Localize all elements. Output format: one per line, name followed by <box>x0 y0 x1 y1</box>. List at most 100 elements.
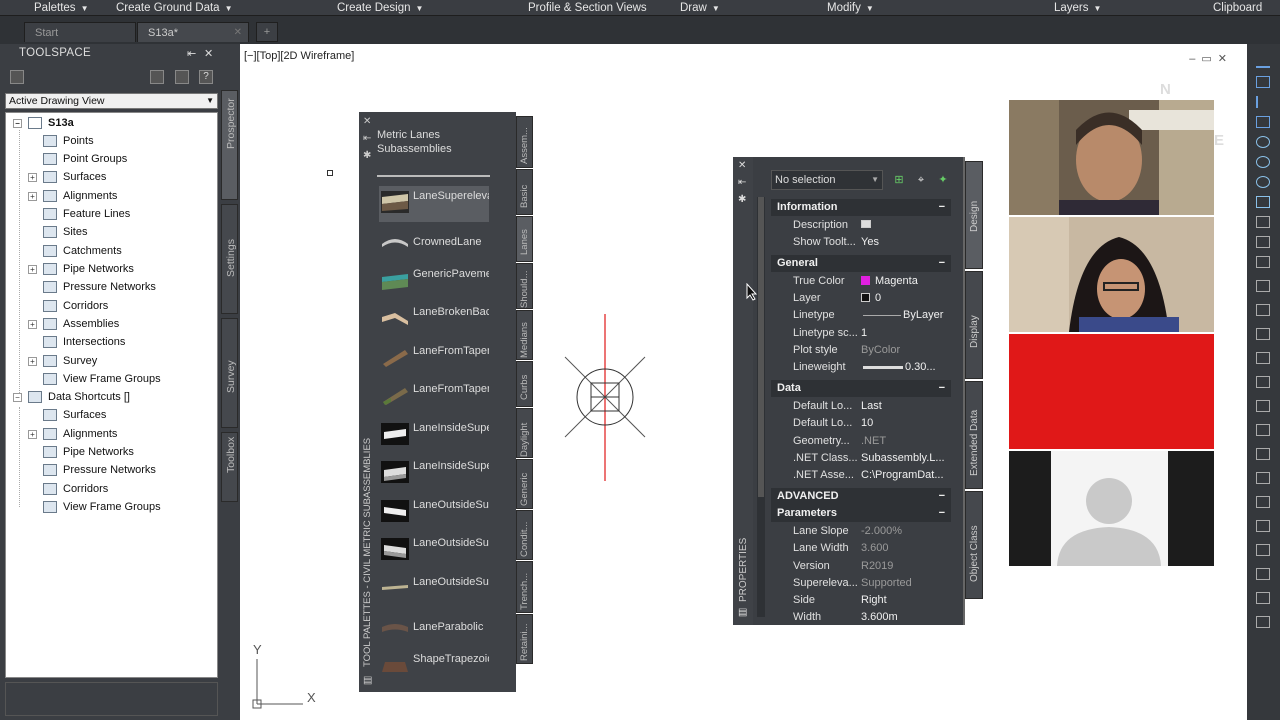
toolspace-list-icon[interactable] <box>175 70 189 84</box>
palette-item[interactable]: LaneOutsideSuperLayerVary... <box>379 495 489 531</box>
spline-icon[interactable] <box>1256 176 1270 188</box>
palette-item[interactable]: LaneOutsideSuperWithWide... <box>379 572 489 608</box>
insert-block-icon[interactable] <box>1256 216 1270 228</box>
palette-tab[interactable]: Trench... <box>516 561 533 613</box>
property-row[interactable]: .NET Class... Subassembly.L... <box>771 450 951 467</box>
help-icon[interactable]: ? <box>199 70 213 84</box>
palette-item[interactable]: LaneFromTaperedMedian2 <box>379 379 489 415</box>
toolspace-tree-icon[interactable] <box>150 70 164 84</box>
expand-icon[interactable]: + <box>28 191 37 201</box>
tree-item-ds-surfaces[interactable]: Surfaces <box>28 407 106 424</box>
tree-item-view-frame-groups[interactable]: View Frame Groups <box>28 371 161 388</box>
property-row[interactable]: Default Lo... 10 <box>771 415 951 432</box>
property-row[interactable]: Width 3.600m <box>771 609 951 625</box>
tab-survey[interactable]: Survey <box>221 318 238 428</box>
copy-icon[interactable] <box>1256 424 1270 436</box>
palette-item[interactable]: CrownedLane <box>379 225 489 261</box>
property-row[interactable]: Superelevа... Supported <box>771 575 951 592</box>
collapse-icon[interactable]: − <box>939 380 945 397</box>
assembly-baseline-marker[interactable] <box>560 309 650 484</box>
tab-extended-data[interactable]: Extended Data <box>965 381 983 489</box>
expand-icon[interactable]: + <box>28 429 37 439</box>
table-icon[interactable] <box>1256 352 1270 364</box>
palette-item[interactable]: LaneBrokenBack <box>379 302 489 338</box>
expand-icon[interactable]: + <box>28 319 37 329</box>
property-row[interactable]: Side Right <box>771 592 951 609</box>
property-row[interactable]: Show Toolt... Yes <box>771 234 951 251</box>
close-icon[interactable]: ✕ <box>204 47 213 60</box>
scale-icon[interactable] <box>1256 472 1270 484</box>
properties-menu-icon[interactable]: ▤ <box>738 607 747 618</box>
tree-item-alignments[interactable]: + Alignments <box>28 188 117 205</box>
circle-icon[interactable] <box>1256 156 1270 168</box>
ribbon-create-design[interactable]: Create Design ▼ <box>337 1 423 15</box>
property-row[interactable]: True Color Magenta <box>771 273 951 290</box>
palette-item[interactable]: LaneParabolic <box>379 610 489 646</box>
palette-item[interactable]: LaneInsideSuperMultiLayer <box>379 456 489 492</box>
tab-start[interactable]: Start <box>24 22 136 42</box>
ribbon-palettes[interactable]: Palettes ▼ <box>34 1 88 15</box>
extend-icon[interactable] <box>1256 568 1270 580</box>
property-row[interactable]: Version R2019 <box>771 558 951 575</box>
section-general[interactable]: General − <box>771 255 951 272</box>
ribbon-draw[interactable]: Draw ▼ <box>680 1 720 15</box>
toolspace-autohide-icon[interactable]: ⇤ <box>187 47 196 60</box>
tree-item-pressure-networks[interactable]: Pressure Networks <box>28 279 156 296</box>
close-icon[interactable]: ✕ <box>234 23 242 43</box>
toggle-pickadd-icon[interactable]: ⊞ <box>891 172 907 188</box>
gear-icon[interactable]: ✱ <box>363 150 371 161</box>
palette-tab[interactable]: Generic <box>516 459 533 509</box>
palette-tab[interactable]: Should... <box>516 263 533 309</box>
tree-item-catchments[interactable]: Catchments <box>28 243 122 260</box>
collapse-icon[interactable]: − <box>939 505 945 522</box>
tab-design[interactable]: Design <box>965 161 983 269</box>
tab-prospector[interactable]: Prospector <box>221 90 238 200</box>
palette-item[interactable]: LaneSuperelevationAOR <box>379 186 489 222</box>
collapse-icon[interactable]: − <box>13 118 22 128</box>
palette-item[interactable]: LaneInsideSuperLayerVaryi... <box>379 418 489 454</box>
tree-item-ds-alignments[interactable]: + Alignments <box>28 426 117 443</box>
tree-item-points[interactable]: Points <box>28 133 94 150</box>
palette-title-bar[interactable]: ✕ ⇤ ✱ TOOL PALETTES - CIVIL METRIC SUBAS… <box>359 112 377 692</box>
palette-item[interactable]: LaneOutsideSuperMultiLayer <box>379 533 489 569</box>
close-icon[interactable]: ✕ <box>738 160 746 171</box>
mirror-icon[interactable] <box>1256 496 1270 508</box>
palette-tab-lanes[interactable]: Lanes <box>516 216 533 262</box>
line-icon[interactable] <box>1256 56 1270 68</box>
palette-item[interactable]: GenericPavementStructure <box>379 264 489 300</box>
property-row[interactable]: Layer 0 <box>771 290 951 307</box>
property-row[interactable]: Default Lo... Last <box>771 398 951 415</box>
tree-item-ds-pressure-networks[interactable]: Pressure Networks <box>28 462 156 479</box>
trim-icon[interactable] <box>1256 544 1270 556</box>
tree-item-ds-pipe-networks[interactable]: Pipe Networks <box>28 444 134 461</box>
ribbon-clipboard[interactable]: Clipboard <box>1213 1 1262 15</box>
ribbon-profile-section-views[interactable]: Profile & Section Views <box>528 1 647 15</box>
toolspace-view-icon[interactable] <box>10 70 24 84</box>
tree-item-intersections[interactable]: Intersections <box>28 334 125 351</box>
property-row[interactable]: .NET Asse... C:\ProgramDat... <box>771 467 951 484</box>
mtext-icon[interactable] <box>1256 376 1270 388</box>
expand-icon[interactable]: + <box>28 172 37 182</box>
property-row[interactable]: Description <box>771 217 951 234</box>
fillet-icon[interactable] <box>1256 592 1270 604</box>
grip-marker[interactable] <box>327 170 333 176</box>
autohide-icon[interactable]: ⇤ <box>738 177 746 188</box>
palette-tab[interactable]: Curbs <box>516 361 533 407</box>
tree-item-assemblies[interactable]: + Assemblies <box>28 316 119 333</box>
new-tab-button[interactable]: + <box>256 22 278 42</box>
scrollbar-thumb[interactable] <box>758 197 764 497</box>
select-objects-icon[interactable]: ⌖ <box>913 172 929 188</box>
palette-tab[interactable]: Basic <box>516 169 533 215</box>
ellipse-icon[interactable] <box>1256 196 1270 208</box>
tree-item-survey[interactable]: + Survey <box>28 353 97 370</box>
viewcube-east[interactable]: E <box>1214 132 1224 149</box>
palette-tab[interactable]: Condit... <box>516 510 533 560</box>
tab-toolbox[interactable]: Toolbox <box>221 432 238 502</box>
expand-icon[interactable]: + <box>28 264 37 274</box>
viewcube-north[interactable]: N <box>1160 81 1171 98</box>
tab-s13a[interactable]: S13a* ✕ <box>137 22 249 42</box>
tree-item-corridors[interactable]: Corridors <box>28 298 108 315</box>
selection-select[interactable]: No selection ▼ <box>771 170 883 190</box>
collapse-icon[interactable]: − <box>939 488 945 505</box>
make-block-icon[interactable] <box>1256 236 1270 248</box>
